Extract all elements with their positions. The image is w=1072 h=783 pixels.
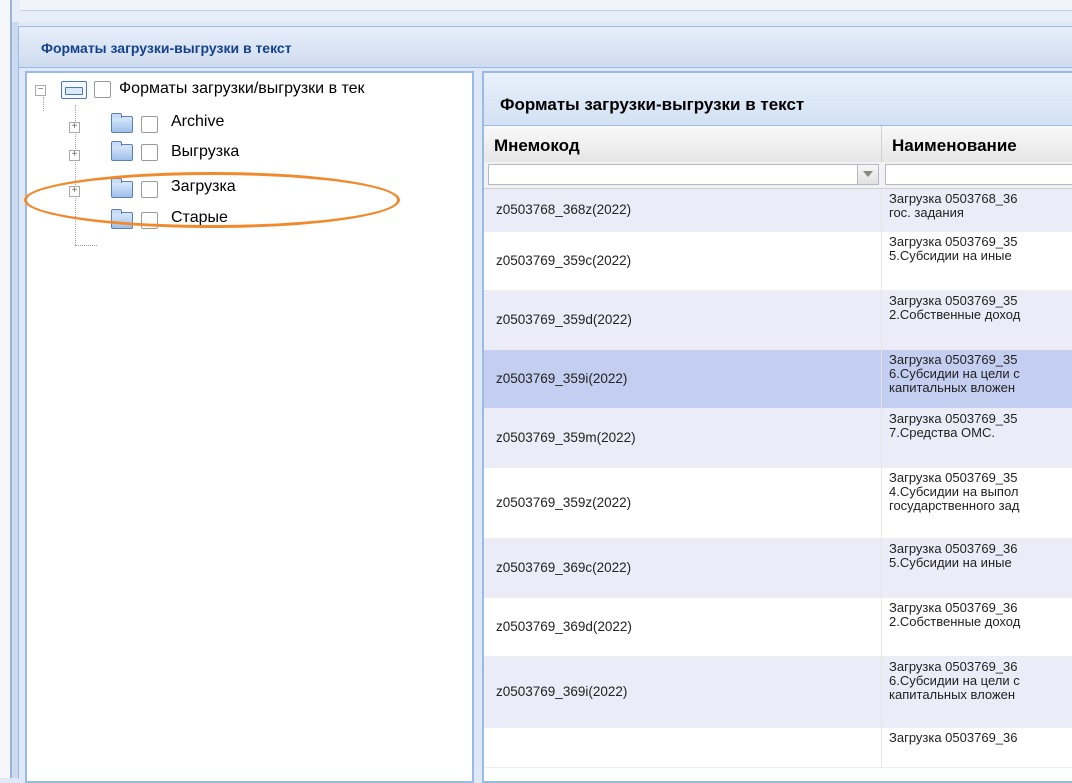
column-divider bbox=[881, 468, 882, 538]
cell-name: Загрузка 0503769_35 2.Собственные доход bbox=[889, 293, 1021, 322]
cell-mnemocode: z0503769_369d(2022) bbox=[496, 618, 632, 634]
folder-icon bbox=[111, 141, 133, 161]
cell-name: Загрузка 0503769_35 6.Субсидии на цели с… bbox=[889, 352, 1020, 395]
cell-name: Загрузка 0503769_35 5.Субсидии на иные bbox=[889, 234, 1018, 263]
collapse-icon[interactable]: − bbox=[35, 85, 46, 96]
expand-icon[interactable]: + bbox=[69, 150, 80, 161]
tree-checkbox-root[interactable] bbox=[94, 81, 111, 98]
column-divider bbox=[881, 350, 882, 408]
column-divider bbox=[881, 232, 882, 290]
column-divider bbox=[881, 657, 882, 727]
table-row[interactable]: z0503769_359d(2022) Загрузка 0503769_35 2… bbox=[484, 291, 1072, 350]
table-row[interactable]: z0503769_369c(2022) Загрузка 0503769_36 5… bbox=[484, 539, 1072, 598]
cell-name: Загрузка 0503769_36 bbox=[889, 730, 1018, 745]
app-top-strip bbox=[20, 0, 1072, 11]
cell-mnemocode: z0503769_359d(2022) bbox=[496, 311, 632, 327]
cell-mnemocode: z0503769_359c(2022) bbox=[496, 252, 632, 268]
app-top-bar bbox=[0, 0, 1072, 22]
tree-node-archive[interactable]: + Archive bbox=[27, 111, 472, 135]
formats-window: Форматы загрузки-выгрузки в текст − Форм… bbox=[18, 26, 1072, 783]
root-folder-icon bbox=[61, 81, 87, 99]
app-left-edge bbox=[0, 0, 12, 778]
table-row[interactable]: z0503769_359z(2022) Загрузка 0503769_35 4… bbox=[484, 468, 1072, 539]
cell-name: Загрузка 0503769_35 4.Субсидии на выпол … bbox=[889, 470, 1020, 513]
tree-connector bbox=[75, 245, 97, 246]
column-header-row: Мнемокод Наименование bbox=[484, 126, 1072, 163]
column-divider bbox=[881, 291, 882, 349]
grid-title-bar: Форматы загрузки-выгрузки в текст bbox=[484, 73, 1072, 126]
tree-node-label[interactable]: Форматы загрузки/выгрузки в тек bbox=[119, 80, 365, 98]
column-divider bbox=[881, 539, 882, 597]
window-header: Форматы загрузки-выгрузки в текст bbox=[19, 27, 1072, 68]
column-header-name[interactable]: Наименование bbox=[882, 126, 1072, 162]
column-divider bbox=[881, 409, 882, 467]
cell-mnemocode: z0503769_369i(2022) bbox=[496, 683, 628, 699]
chevron-down-icon bbox=[863, 171, 873, 177]
expand-icon[interactable]: + bbox=[69, 122, 80, 133]
tree-node-export[interactable]: + Выгрузка bbox=[27, 139, 472, 163]
name-filter-input[interactable] bbox=[885, 164, 1072, 185]
cell-mnemocode: z0503768_368z(2022) bbox=[496, 201, 632, 217]
folder-icon bbox=[111, 113, 133, 133]
cell-name: Загрузка 0503769_36 2.Собственные доход bbox=[889, 600, 1021, 629]
column-header-mnemocode[interactable]: Мнемокод bbox=[484, 126, 881, 162]
table-row[interactable]: Загрузка 0503769_36 bbox=[484, 728, 1072, 768]
cell-mnemocode: z0503769_359i(2022) bbox=[496, 370, 628, 386]
column-divider bbox=[881, 728, 882, 767]
tree-checkbox-export[interactable] bbox=[141, 144, 158, 161]
tree-checkbox-archive[interactable] bbox=[141, 116, 158, 133]
table-row[interactable]: z0503769_369i(2022) Загрузка 0503769_36 6… bbox=[484, 657, 1072, 728]
table-row[interactable]: z0503769_359i(2022) Загрузка 0503769_35 6… bbox=[484, 350, 1072, 409]
dropdown-trigger[interactable] bbox=[857, 165, 878, 184]
table-row[interactable]: z0503769_369d(2022) Загрузка 0503769_36 2… bbox=[484, 598, 1072, 657]
cell-mnemocode: z0503769_359m(2022) bbox=[496, 429, 636, 445]
cell-name: Загрузка 0503769_35 7.Средства ОМС. bbox=[889, 411, 1018, 440]
mnemocode-filter-combo[interactable] bbox=[488, 164, 879, 185]
cell-name: Загрузка 0503768_36 гос. задания bbox=[889, 191, 1018, 220]
grid-title: Форматы загрузки-выгрузки в текст bbox=[500, 95, 805, 114]
tree-node-root[interactable]: − Форматы загрузки/выгрузки в тек bbox=[27, 77, 472, 101]
grid-panel: Форматы загрузки-выгрузки в текст Мнемок… bbox=[482, 71, 1072, 783]
filter-row bbox=[484, 162, 1072, 189]
table-row[interactable]: z0503769_359m(2022) Загрузка 0503769_35 7… bbox=[484, 409, 1072, 468]
cell-mnemocode: z0503769_359z(2022) bbox=[496, 494, 632, 510]
tree-node-label[interactable]: Archive bbox=[171, 113, 224, 131]
highlight-ellipse bbox=[24, 172, 400, 228]
table-row[interactable]: z0503769_359c(2022) Загрузка 0503769_35 5… bbox=[484, 232, 1072, 291]
cell-name: Загрузка 0503769_36 6.Субсидии на цели с… bbox=[889, 659, 1020, 702]
window-title: Форматы загрузки-выгрузки в текст bbox=[41, 40, 292, 56]
tree-node-label[interactable]: Выгрузка bbox=[171, 143, 239, 161]
column-divider bbox=[881, 598, 882, 656]
cell-name: Загрузка 0503769_36 5.Субсидии на иные bbox=[889, 541, 1018, 570]
cell-mnemocode: z0503769_369c(2022) bbox=[496, 559, 632, 575]
column-divider bbox=[881, 189, 882, 231]
table-row[interactable]: z0503768_368z(2022) Загрузка 0503768_36 г… bbox=[484, 189, 1072, 232]
